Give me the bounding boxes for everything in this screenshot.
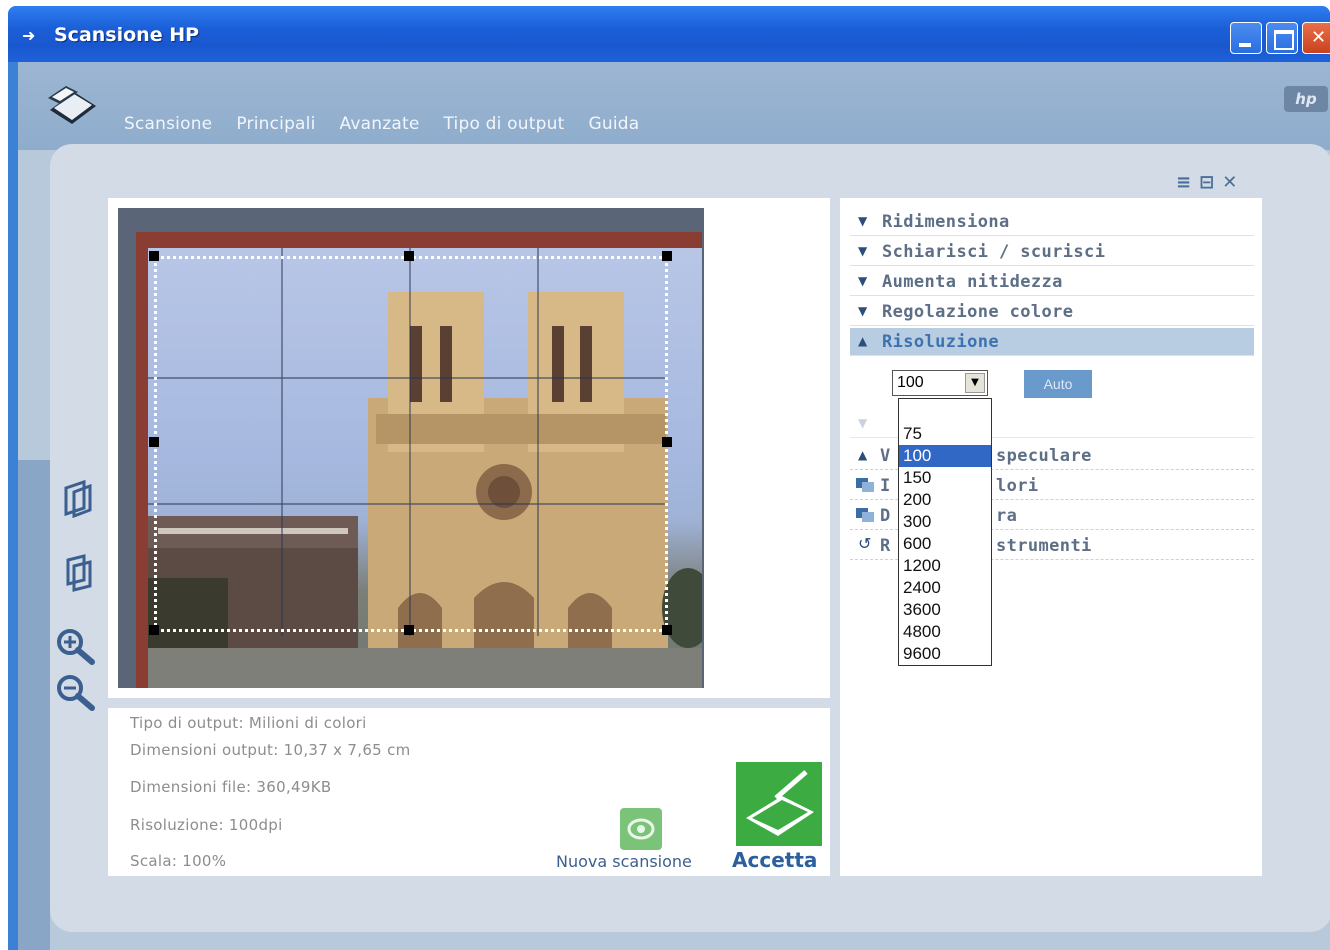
mirror-icon: ▲ [858, 448, 868, 462]
resolution-option[interactable]: 200 [899, 489, 991, 511]
resolution-option[interactable]: 2400 [899, 577, 991, 599]
chevron-down-icon[interactable]: ▼ [965, 373, 985, 393]
output-size-text: Dimensioni output: 10,37 x 7,65 cm [130, 741, 411, 759]
crop-handle[interactable] [662, 625, 672, 635]
collapse-arrow-icon: ▼ [858, 214, 868, 228]
crop-handle[interactable] [662, 437, 672, 447]
resolution-option[interactable]: 75 [899, 423, 991, 445]
rotate-left-icon[interactable] [54, 478, 98, 518]
setting-label: Regolazione colore [882, 302, 1074, 322]
collapse-arrow-icon: ▼ [858, 244, 868, 258]
resolution-value: 100 [897, 374, 924, 391]
resolution-option[interactable]: 100 [899, 445, 991, 467]
output-type-text: Tipo di output: Milioni di colori [130, 714, 367, 732]
auto-button[interactable]: Auto [1024, 370, 1092, 398]
accept-button[interactable]: Accetta [732, 848, 817, 872]
resolution-text: Risoluzione: 100dpi [130, 816, 283, 834]
setting-label: lori [996, 476, 1039, 496]
resolution-option[interactable]: 300 [899, 511, 991, 533]
setting-label: Ridimensiona [882, 212, 1010, 232]
setting-label: D [880, 506, 891, 526]
setting-label: R [880, 536, 891, 556]
setting-sharpness[interactable]: ▼ Aumenta nitidezza [850, 268, 1254, 296]
resolution-select[interactable]: 100 ▼ [892, 370, 988, 396]
panel-restore-icon[interactable]: ⊟ [1199, 172, 1214, 193]
setting-label: speculare [996, 446, 1092, 466]
crop-selection[interactable] [154, 256, 668, 632]
setting-brightness[interactable]: ▼ Schiarisci / scurisci [850, 238, 1254, 266]
window-icon [856, 508, 874, 522]
maximize-button[interactable] [1266, 22, 1298, 54]
undo-icon: ↺ [858, 534, 872, 553]
setting-label: Risoluzione [882, 332, 999, 352]
setting-label: strumenti [996, 536, 1092, 556]
new-scan-icon[interactable] [620, 808, 662, 850]
setting-label: V [880, 446, 891, 466]
resolution-option[interactable]: 150 [899, 467, 991, 489]
new-scan-button[interactable]: Nuova scansione [556, 852, 692, 871]
hp-logo-icon: hp [1284, 86, 1328, 112]
panel-close-icon[interactable]: ✕ [1222, 172, 1237, 193]
header-band: Scansione Principali Avanzate Tipo di ou… [18, 62, 1330, 150]
setting-label: Schiarisci / scurisci [882, 242, 1106, 262]
scanner-logo-icon [48, 86, 96, 124]
left-band [18, 460, 50, 950]
panel-controls: ≡ ⊟ ✕ [1176, 172, 1237, 193]
setting-label: I [880, 476, 891, 496]
app-arrow-icon: ➜ [22, 26, 36, 45]
scale-text: Scala: 100% [130, 852, 227, 870]
resolution-option[interactable]: 600 [899, 533, 991, 555]
menu-item-avanzate[interactable]: Avanzate [340, 114, 420, 134]
resolution-option[interactable]: 9600 [899, 643, 991, 665]
crop-handle[interactable] [662, 251, 672, 261]
resolution-option[interactable]: 1200 [899, 555, 991, 577]
collapse-arrow-icon: ▼ [858, 416, 868, 430]
resolution-dropdown-list[interactable]: 75 100 150 200 300 600 1200 2400 3600 48… [898, 398, 992, 666]
collapse-arrow-icon: ▼ [858, 304, 868, 318]
accept-scanner-icon[interactable] [736, 762, 822, 846]
main-menu: Scansione Principali Avanzate Tipo di ou… [124, 114, 639, 134]
title-bar[interactable]: ➜ Scansione HP [8, 6, 1330, 62]
file-size-text: Dimensioni file: 360,49KB [130, 778, 332, 796]
setting-resolution[interactable]: ▲ Risoluzione [850, 328, 1254, 356]
setting-label: Aumenta nitidezza [882, 272, 1063, 292]
menu-item-principali[interactable]: Principali [236, 114, 315, 134]
panel-menu-icon[interactable]: ≡ [1176, 172, 1191, 193]
resolution-option[interactable]: 4800 [899, 621, 991, 643]
crop-handle[interactable] [149, 251, 159, 261]
crop-handle[interactable] [404, 625, 414, 635]
close-button[interactable] [1302, 22, 1330, 54]
setting-resize[interactable]: ▼ Ridimensiona [850, 208, 1254, 236]
menu-item-scansione[interactable]: Scansione [124, 114, 212, 134]
window-icon [856, 478, 874, 492]
zoom-in-icon[interactable] [54, 626, 98, 666]
menu-item-guida[interactable]: Guida [588, 114, 639, 134]
zoom-out-icon[interactable] [54, 672, 98, 712]
resolution-option[interactable]: 3600 [899, 599, 991, 621]
crop-handle[interactable] [149, 625, 159, 635]
rotate-right-icon[interactable] [54, 552, 98, 592]
window-title: Scansione HP [54, 24, 200, 46]
collapse-arrow-icon: ▼ [858, 274, 868, 288]
minimize-button[interactable] [1230, 22, 1262, 54]
menu-item-tipo-output[interactable]: Tipo di output [443, 114, 564, 134]
setting-label: ra [996, 506, 1018, 526]
crop-handle[interactable] [404, 251, 414, 261]
crop-handle[interactable] [149, 437, 159, 447]
setting-color[interactable]: ▼ Regolazione colore [850, 298, 1254, 326]
expand-arrow-icon: ▲ [858, 334, 868, 348]
